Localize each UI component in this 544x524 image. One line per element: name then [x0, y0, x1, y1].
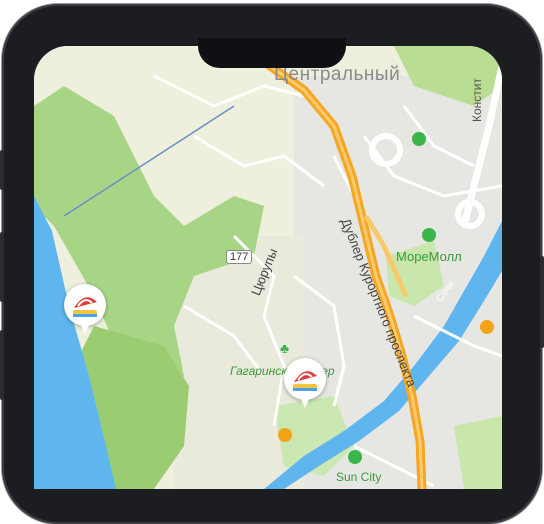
- suncity-label: Sun City: [336, 470, 382, 484]
- street-label-east: Констит: [470, 78, 484, 122]
- shopping-bag-icon[interactable]: [348, 450, 362, 464]
- shopping-bag-icon[interactable]: [412, 132, 426, 146]
- beach-umbrella-icon[interactable]: [284, 358, 326, 408]
- museum-icon[interactable]: [278, 428, 292, 442]
- map-view[interactable]: Центральный Констит Дублер Курортного пр…: [34, 46, 502, 489]
- side-button: [0, 330, 4, 400]
- phone-notch: [198, 38, 346, 68]
- mall-label: МореМолл: [396, 249, 462, 264]
- beach-umbrella-glyph: [73, 297, 97, 317]
- volume-down-button: [0, 232, 4, 302]
- beach-umbrella-glyph: [293, 371, 317, 391]
- tree-icon: ♣: [280, 340, 290, 356]
- shopping-bag-icon[interactable]: [422, 228, 436, 242]
- shop-icon[interactable]: [480, 320, 494, 334]
- power-button: [540, 256, 544, 348]
- beach-umbrella-icon[interactable]: [64, 284, 106, 334]
- volume-up-button: [0, 150, 4, 190]
- route-shield: 177: [226, 250, 253, 264]
- phone-mockup: Центральный Констит Дублер Курортного пр…: [0, 0, 544, 524]
